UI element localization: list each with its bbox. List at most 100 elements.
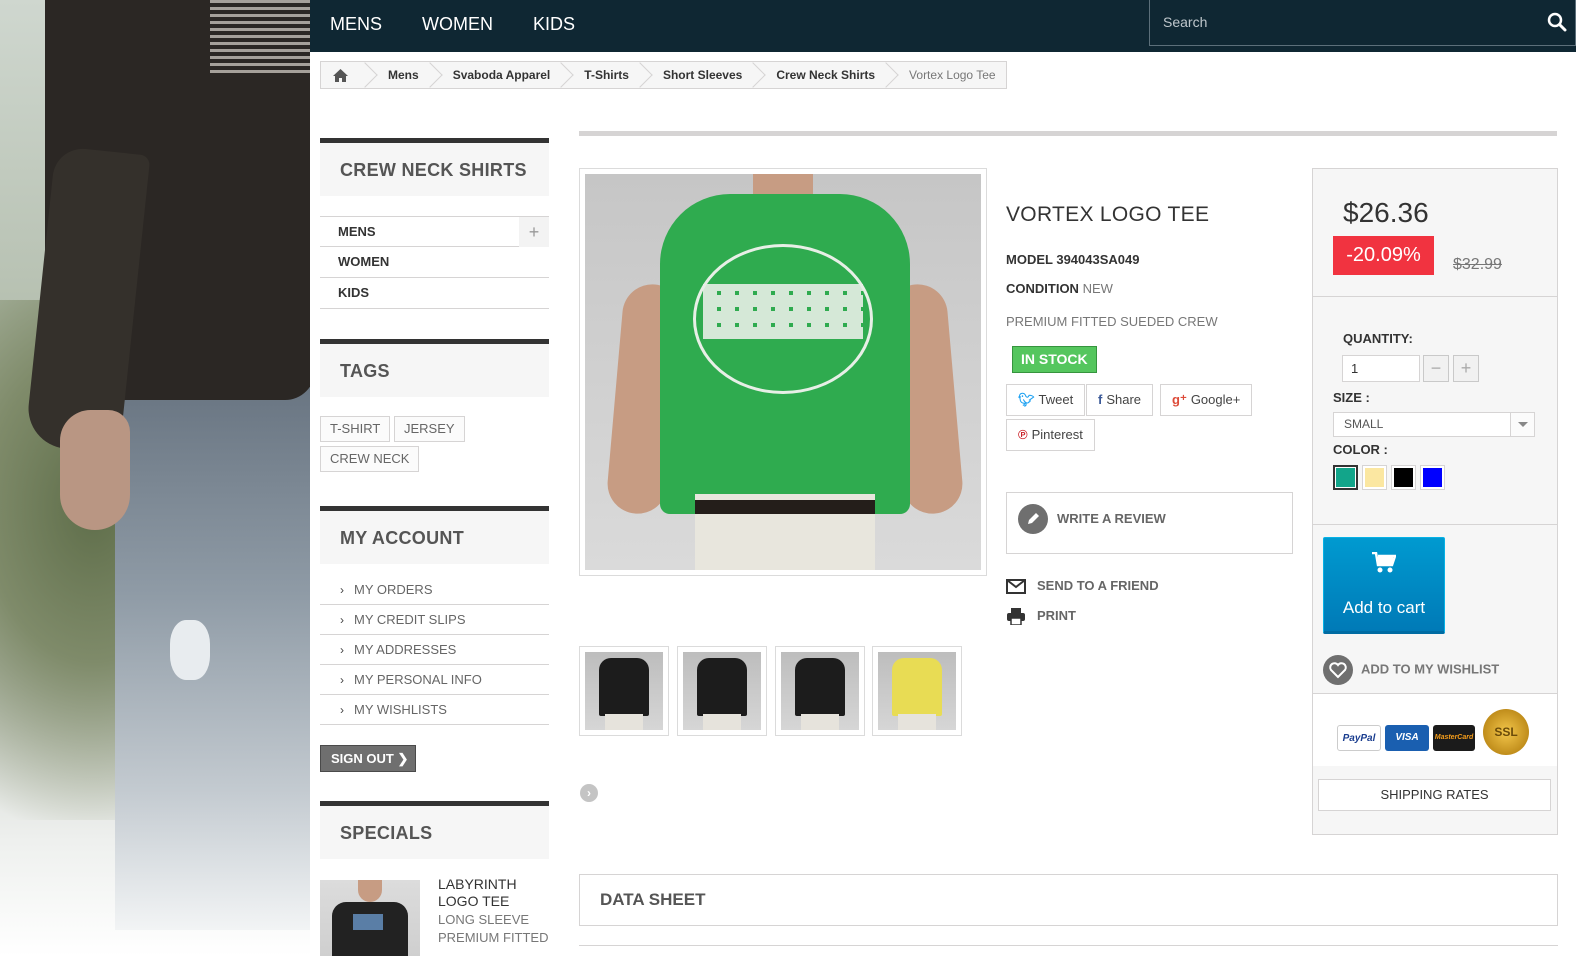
- special-product-image[interactable]: [320, 880, 420, 956]
- nav-women[interactable]: WOMEN: [422, 0, 493, 52]
- shipping-rates-button[interactable]: SHIPPING RATES: [1318, 779, 1551, 811]
- add-to-cart-button[interactable]: Add to cart: [1323, 537, 1445, 634]
- account-block-title[interactable]: MY ACCOUNT: [320, 506, 549, 564]
- nav-mens[interactable]: MENS: [330, 0, 382, 52]
- color-label: COLOR :: [1333, 442, 1388, 457]
- thumbnail[interactable]: [579, 646, 669, 736]
- google-plus-icon: g⁺: [1172, 392, 1187, 407]
- size-label: SIZE :: [1333, 390, 1370, 405]
- category-item-women[interactable]: WOMEN: [320, 247, 549, 278]
- chevron-right-icon: ›: [340, 643, 344, 657]
- sign-out-button[interactable]: SIGN OUT ❯: [320, 745, 416, 772]
- chevron-down-icon[interactable]: [1510, 413, 1534, 436]
- special-product-name[interactable]: LABYRINTH LOGO TEE: [438, 876, 558, 910]
- thumbnail[interactable]: [677, 646, 767, 736]
- tag-link[interactable]: JERSEY: [394, 416, 465, 442]
- section-divider: [579, 131, 1557, 136]
- breadcrumb-item[interactable]: Svaboda Apparel: [433, 62, 565, 88]
- nav-kids[interactable]: KIDS: [533, 0, 575, 52]
- category-block-title[interactable]: CREW NECK SHIRTS: [320, 138, 549, 196]
- heart-icon: [1323, 655, 1353, 685]
- quantity-minus-button[interactable]: −: [1423, 355, 1449, 382]
- thumbnail[interactable]: [872, 646, 962, 736]
- specials-block-title[interactable]: SPECIALS: [320, 801, 549, 859]
- account-link-orders[interactable]: › MY ORDERS: [320, 575, 549, 605]
- mastercard-logo: MasterCard: [1433, 725, 1475, 751]
- visa-logo: VISA: [1385, 725, 1429, 751]
- search-input[interactable]: [1150, 0, 1530, 44]
- product-title: VORTEX LOGO TEE: [1006, 203, 1210, 226]
- pencil-icon: [1018, 504, 1048, 534]
- write-review-button[interactable]: WRITE A REVIEW: [1006, 492, 1293, 554]
- chevron-right-icon: ❯: [397, 751, 409, 766]
- chevron-right-icon: ›: [340, 583, 344, 597]
- pinterest-icon: ℗: [1018, 427, 1028, 442]
- color-swatch[interactable]: [1420, 465, 1445, 490]
- printer-icon: [1006, 608, 1026, 626]
- envelope-icon: [1006, 578, 1026, 595]
- quantity-plus-button[interactable]: +: [1453, 355, 1479, 382]
- pinterest-button[interactable]: ℗ Pinterest: [1006, 419, 1095, 451]
- tag-link[interactable]: CREW NECK: [320, 446, 420, 472]
- facebook-icon: f: [1098, 392, 1103, 407]
- special-product-desc: LONG SLEEVE PREMIUM FITTED: [438, 912, 549, 945]
- size-select[interactable]: SMALL: [1333, 412, 1535, 437]
- quantity-input[interactable]: 1: [1342, 355, 1420, 382]
- discount-badge: -20.09%: [1333, 236, 1434, 275]
- account-link-addresses[interactable]: › MY ADDRESSES: [320, 635, 549, 665]
- send-to-friend-link[interactable]: SEND TO A FRIEND: [1006, 578, 1159, 595]
- color-swatch[interactable]: [1391, 465, 1416, 490]
- share-button[interactable]: f Share: [1086, 384, 1154, 416]
- product-price: $26.36: [1343, 197, 1429, 228]
- account-link-wishlists[interactable]: › MY WISHLISTS: [320, 695, 549, 725]
- product-model: MODEL 394043SA049: [1006, 252, 1140, 267]
- product-condition: CONDITION NEW: [1006, 281, 1113, 296]
- chevron-right-icon: ›: [340, 613, 344, 627]
- old-price: $32.99: [1453, 256, 1502, 273]
- account-link-personal-info[interactable]: › MY PERSONAL INFO: [320, 665, 549, 695]
- breadcrumb-item[interactable]: Crew Neck Shirts: [756, 62, 889, 88]
- account-links: › MY ORDERS › MY CREDIT SLIPS › MY ADDRESSE…: [320, 575, 549, 725]
- account-link-credit-slips[interactable]: › MY CREDIT SLIPS: [320, 605, 549, 635]
- stock-badge: IN STOCK: [1012, 346, 1097, 373]
- print-link[interactable]: PRINT: [1006, 608, 1076, 626]
- product-short-description: PREMIUM FITTED SUEDED CREW: [1006, 314, 1218, 329]
- tags-block-title: TAGS: [320, 339, 549, 397]
- color-swatch[interactable]: [1362, 465, 1387, 490]
- breadcrumb-item[interactable]: T-Shirts: [564, 62, 643, 88]
- main-menu: MENS WOMEN KIDS: [330, 0, 615, 52]
- top-nav-bar: MENS WOMEN KIDS: [310, 0, 1576, 52]
- cart-icon: [1372, 552, 1396, 573]
- breadcrumb-home[interactable]: [321, 62, 368, 88]
- paypal-logo: PayPal: [1337, 725, 1381, 751]
- google-plus-button[interactable]: g⁺ Google+: [1160, 384, 1253, 416]
- ssl-seal-icon: SSL: [1483, 709, 1529, 755]
- chevron-right-icon: ›: [340, 703, 344, 717]
- category-item-kids[interactable]: KIDS: [320, 278, 549, 309]
- tweet-button[interactable]: 🐦︎ Tweet: [1006, 384, 1086, 416]
- buy-box: $26.36 -20.09% $32.99 QUANTITY: 1 − + SI…: [1312, 168, 1558, 835]
- price-area: $26.36 -20.09% $32.99: [1313, 169, 1557, 297]
- add-to-wishlist-link[interactable]: ADD TO MY WISHLIST: [1323, 655, 1499, 685]
- color-swatch[interactable]: [1333, 465, 1358, 490]
- background-photo: [0, 0, 310, 956]
- search-box: [1149, 0, 1576, 46]
- category-list: MENS + WOMEN KIDS: [320, 216, 549, 309]
- expand-plus-icon[interactable]: +: [519, 217, 549, 247]
- tag-link[interactable]: T-SHIRT: [320, 416, 391, 442]
- breadcrumb-item[interactable]: Short Sleeves: [643, 62, 756, 88]
- quantity-label: QUANTITY:: [1343, 331, 1413, 346]
- data-sheet-heading: DATA SHEET: [579, 874, 1558, 926]
- thumbnail-next-icon[interactable]: ›: [580, 784, 598, 802]
- search-icon[interactable]: [1547, 12, 1567, 32]
- category-item-mens[interactable]: MENS +: [320, 216, 549, 247]
- breadcrumb-item[interactable]: Mens: [368, 62, 433, 88]
- twitter-icon: 🐦︎: [1018, 392, 1035, 407]
- breadcrumb-current: Vortex Logo Tee: [909, 68, 996, 82]
- home-icon: [333, 69, 348, 83]
- breadcrumb: Mens Svaboda Apparel T-Shirts Short Slee…: [320, 61, 1007, 89]
- product-main-image[interactable]: [579, 168, 987, 576]
- special-product-info: LABYRINTH LOGO TEE LONG SLEEVE PREMIUM F…: [438, 876, 558, 947]
- thumbnail[interactable]: [775, 646, 865, 736]
- chevron-right-icon: ›: [340, 673, 344, 687]
